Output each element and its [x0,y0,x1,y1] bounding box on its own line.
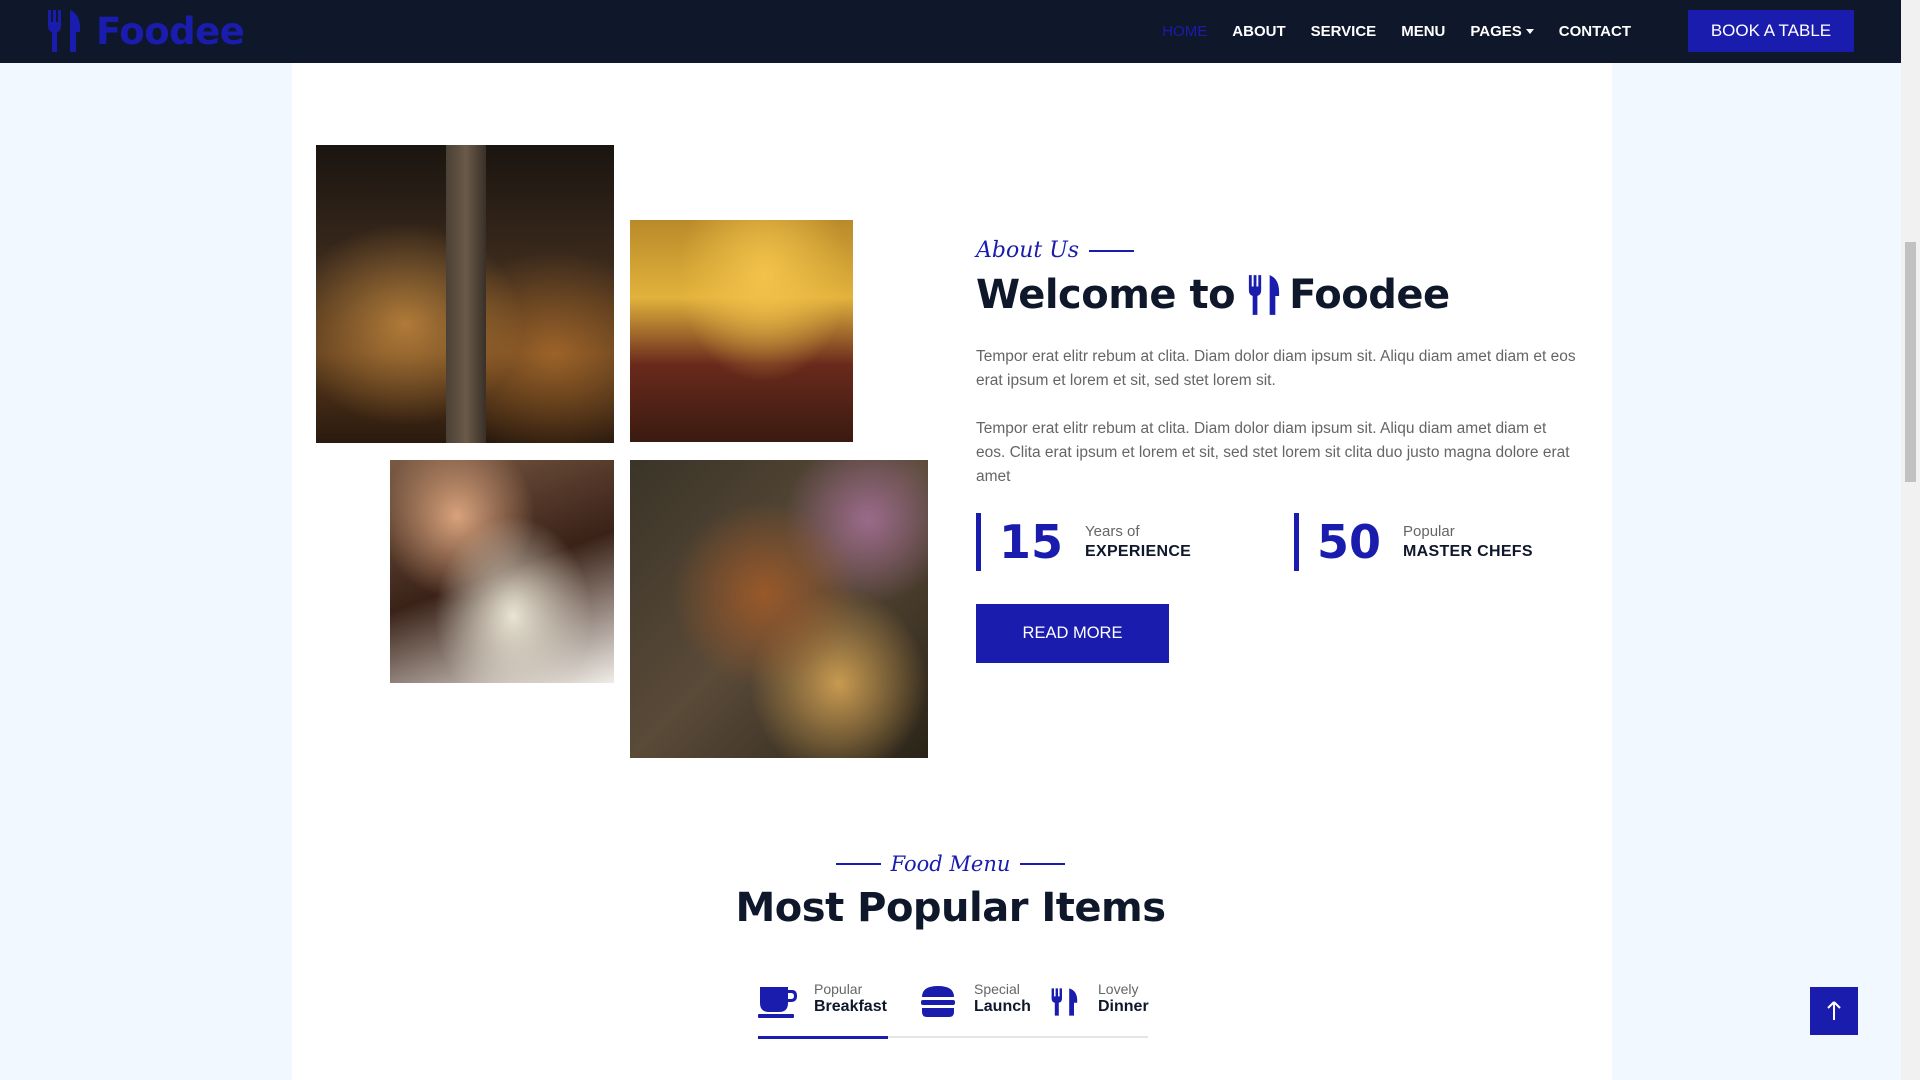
hamburger-icon [921,986,955,1017]
about-paragraph-2: Tempor erat elitr rebum at clita. Diam d… [976,420,1570,485]
nav-pages-dropdown[interactable]: PAGES [1470,23,1534,40]
about-eyebrow: About Us [976,238,1135,263]
scrollbar-thumb[interactable] [1905,242,1916,482]
menu-tabs: Popular Breakfast Special Launch Lovely … [758,980,1149,1039]
about-heading: Welcome to Foodee [976,272,1450,318]
nav-menu: HOME ABOUT SERVICE MENU PAGES CONTACT [1137,0,1631,63]
menu-eyebrow: Food Menu [0,852,1901,876]
tab-breakfast[interactable]: Popular Breakfast [758,980,888,1039]
salad-plate-image [390,460,614,683]
menu-heading: Most Popular Items [735,885,1166,931]
stat-number: 50 [1317,515,1382,569]
about-paragraph-1: Tempor erat elitr rebum at clita. Diam d… [976,348,1576,389]
stat-caption: Popular [1403,523,1455,540]
book-table-button[interactable]: BOOK A TABLE [1688,10,1854,52]
divider-line [1089,249,1135,252]
tab-label: Breakfast [814,998,887,1015]
navbar: Foodee HOME ABOUT SERVICE MENU PAGES CON… [0,0,1901,63]
read-more-button[interactable]: READ MORE [976,604,1169,663]
back-to-top-button[interactable] [1810,987,1858,1035]
brand-logo[interactable]: Foodee [46,8,245,54]
nav-about[interactable]: ABOUT [1232,23,1285,40]
tab-label: Dinner [1098,998,1149,1015]
about-heading-prefix: Welcome to [976,272,1236,318]
dining-room-image [630,220,853,442]
divider-line [835,863,881,865]
nav-home[interactable]: HOME [1162,23,1207,40]
restaurant-interior-image [316,145,614,443]
coffee-icon [758,987,797,1018]
brand-name: Foodee [96,9,245,53]
divider-line [1020,863,1066,865]
stat-chefs: 50 Popular MASTER CHEFS [1294,513,1533,571]
nav-menu[interactable]: MENU [1401,23,1445,40]
nav-contact[interactable]: CONTACT [1559,23,1631,40]
nav-service[interactable]: SERVICE [1311,23,1377,40]
tab-label: Launch [974,998,1031,1015]
tab-dinner[interactable]: Lovely Dinner [1050,980,1149,1038]
page-scrollbar[interactable] [1901,0,1920,1080]
tab-launch[interactable]: Special Launch [918,980,1031,1038]
utensils-icon [1248,275,1280,315]
stat-caption: Years of [1085,523,1140,540]
nav-pages-label: PAGES [1470,23,1522,40]
stat-label: EXPERIENCE [1085,543,1192,560]
stat-number: 15 [999,515,1064,569]
tab-caption: Lovely [1098,981,1139,997]
tab-caption: Popular [814,981,863,997]
utensils-icon [1051,988,1078,1016]
about-eyebrow-text: About Us [976,238,1080,263]
utensils-icon [48,10,80,52]
menu-eyebrow-text: Food Menu [890,852,1011,876]
stat-experience: 15 Years of EXPERIENCE [976,513,1191,571]
grilled-platter-image [630,460,928,758]
about-heading-brand: Foodee [1289,272,1450,318]
arrow-up-icon [1827,1001,1841,1020]
tab-caption: Special [974,981,1020,997]
stat-label: MASTER CHEFS [1403,543,1533,560]
caret-down-icon [1525,29,1534,34]
